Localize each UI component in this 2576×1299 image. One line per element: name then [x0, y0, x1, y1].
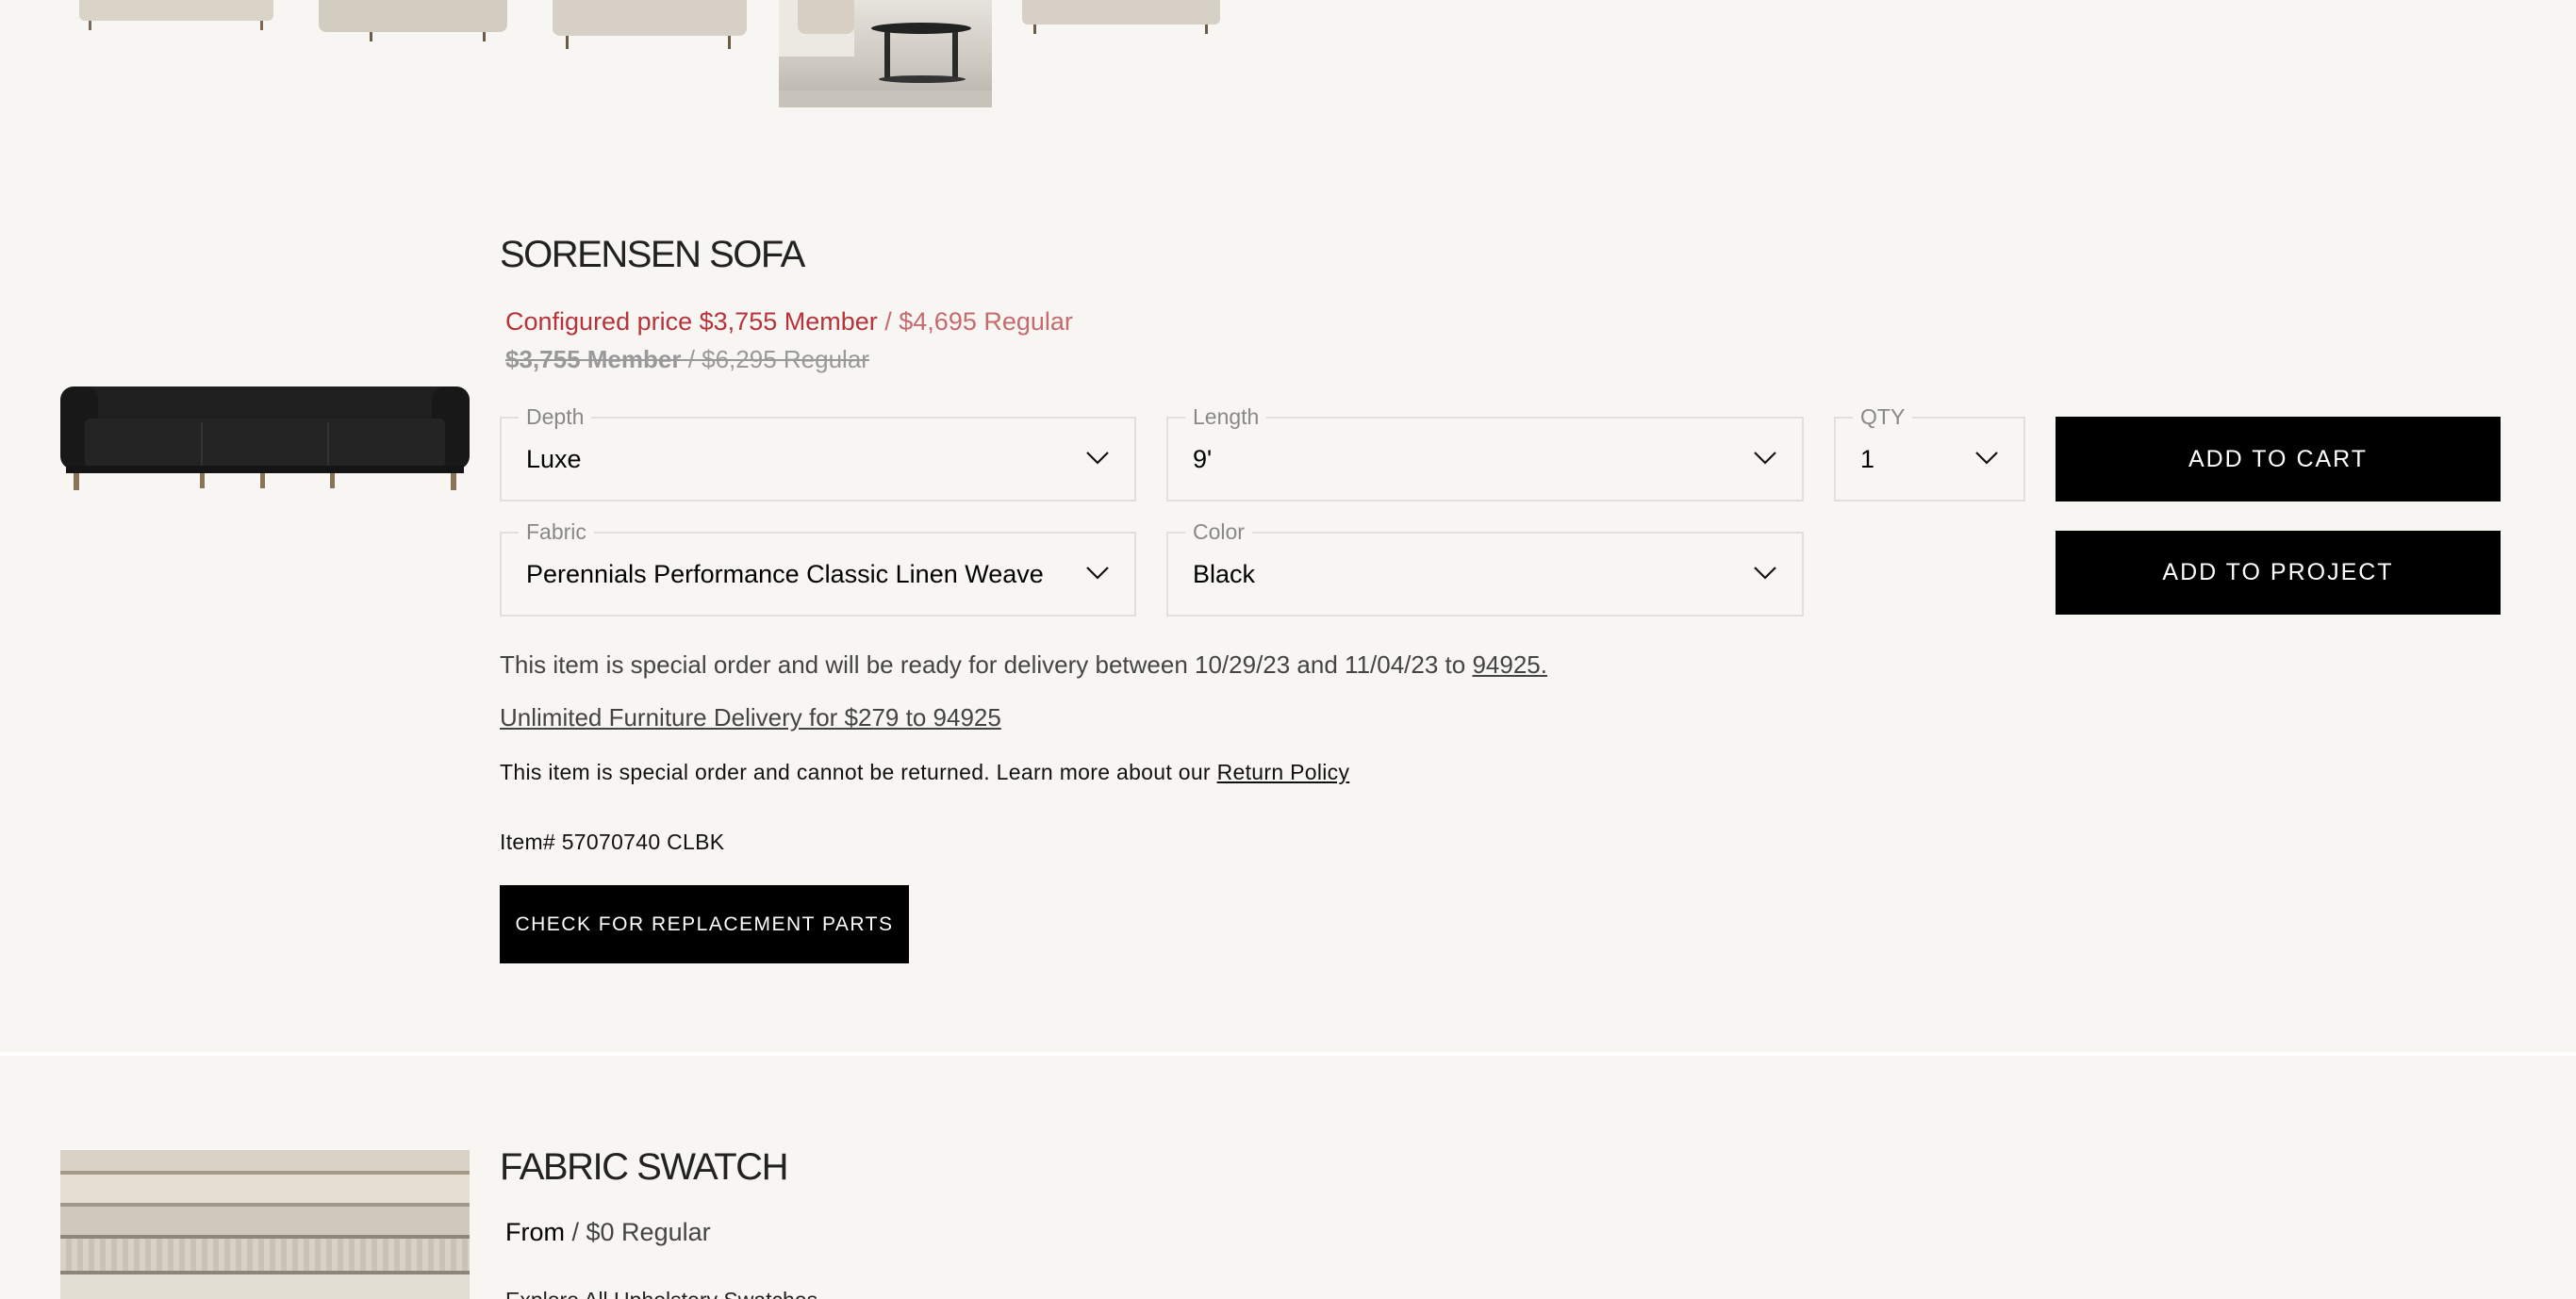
configured-label: Configured price [505, 307, 693, 336]
explore-swatches-link[interactable]: Explore All Upholstery Swatches [505, 1288, 817, 1299]
thumbnail-lifestyle[interactable] [779, 0, 992, 107]
thumbnail-sofa-3[interactable] [549, 0, 751, 53]
delivery-zip-link[interactable]: 94925. [1472, 650, 1547, 679]
chevron-down-icon [1754, 567, 1776, 580]
member-price: $3,755 Member [699, 307, 878, 336]
length-select[interactable]: Length 9' [1166, 403, 1804, 502]
return-message: This item is special order and cannot be… [500, 760, 1349, 785]
depth-label: Depth [519, 403, 592, 430]
length-label: Length [1185, 403, 1267, 430]
return-policy-link[interactable]: Return Policy [1217, 760, 1350, 784]
chevron-down-icon [1975, 452, 1998, 465]
unlimited-delivery-link[interactable]: Unlimited Furniture Delivery for $279 to… [500, 703, 1001, 732]
thumbnail-sofa-5[interactable] [1018, 0, 1224, 38]
thumbnail-sofa-2[interactable] [315, 0, 513, 47]
configured-price: Configured price $3,755 Member / $4,695 … [505, 307, 1073, 337]
add-to-project-button[interactable]: ADD TO PROJECT [2056, 531, 2501, 615]
item-number: Item# 57070740 CLBK [500, 830, 725, 854]
color-label: Color [1185, 518, 1252, 545]
swatch-regular-price: / $0 Regular [571, 1218, 711, 1246]
chevron-down-icon [1086, 452, 1109, 465]
swatch-from-label: From [505, 1218, 565, 1246]
thumbnail-sofa-1[interactable] [72, 0, 283, 38]
original-regular-price: / $6,295 Regular [687, 345, 869, 373]
depth-value: Luxe [526, 444, 582, 473]
swatch-title: FABRIC SWATCH [500, 1146, 788, 1188]
color-value: Black [1193, 559, 1256, 588]
section-divider [0, 1052, 2576, 1056]
swatch-price: From / $0 Regular [505, 1218, 711, 1247]
regular-price: / $4,695 Regular [884, 307, 1073, 336]
replacement-parts-button[interactable]: CHECK FOR REPLACEMENT PARTS [500, 885, 909, 963]
return-text: This item is special order and cannot be… [500, 760, 1211, 784]
fabric-select[interactable]: Fabric Perennials Performance Classic Li… [500, 518, 1136, 617]
black-sofa-image [60, 381, 470, 494]
qty-select[interactable]: QTY 1 [1834, 403, 2025, 502]
length-value: 9' [1193, 444, 1213, 473]
original-member-price: $3,755 Member [505, 345, 682, 373]
chevron-down-icon [1086, 567, 1109, 580]
qty-label: QTY [1853, 403, 1913, 430]
depth-select[interactable]: Depth Luxe [500, 403, 1136, 502]
delivery-message: This item is special order and will be r… [500, 650, 1547, 680]
original-price: $3,755 Member / $6,295 Regular [505, 345, 869, 374]
fabric-swatch-image [60, 1150, 470, 1299]
chevron-down-icon [1754, 452, 1776, 465]
fabric-value: Perennials Performance Classic Linen Wea… [526, 559, 1044, 588]
qty-value: 1 [1860, 444, 1875, 473]
fabric-label: Fabric [519, 518, 594, 545]
add-to-cart-button[interactable]: ADD TO CART [2056, 417, 2501, 502]
color-select[interactable]: Color Black [1166, 518, 1804, 617]
product-title: SORENSEN SOFA [500, 234, 805, 275]
delivery-text: This item is special order and will be r… [500, 650, 1466, 679]
